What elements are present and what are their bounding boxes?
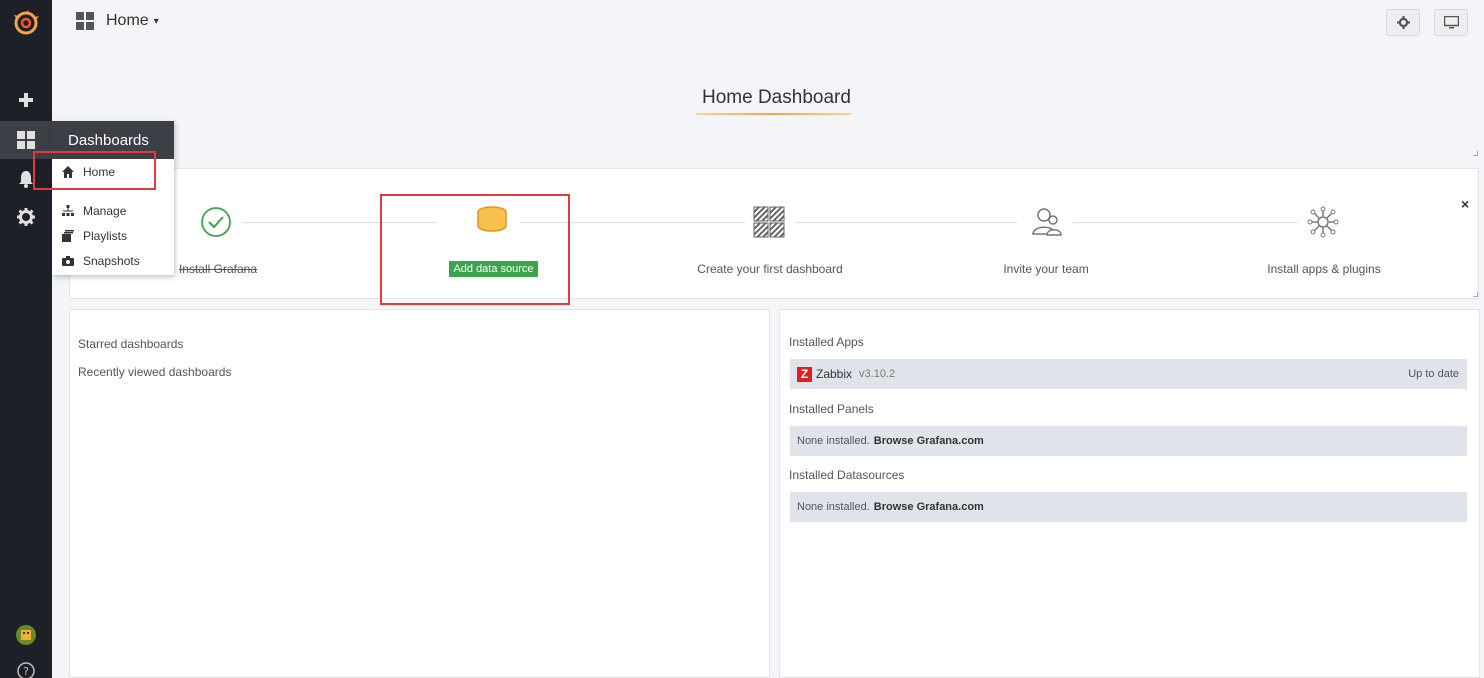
dashboards-dropdown-menu: Dashboards Home Manage Playlists Snapsho… — [52, 121, 174, 275]
check-circle-icon — [200, 206, 232, 243]
step-install-grafana[interactable]: Install Grafana — [178, 262, 258, 276]
dashboard-grid-icon — [753, 206, 785, 243]
dashboard-grid-icon — [76, 12, 94, 30]
help-icon[interactable]: ? — [0, 660, 52, 678]
app-name: Zabbix — [816, 367, 853, 381]
title-underline — [696, 113, 851, 115]
sidebar: ? — [0, 0, 52, 678]
browse-grafana-link[interactable]: Browse Grafana.com — [874, 501, 984, 513]
camera-icon — [61, 254, 75, 268]
highlight-box-add-data-source — [380, 194, 570, 305]
zabbix-logo-icon: Z — [797, 366, 812, 382]
installed-datasources-heading: Installed Datasources — [789, 468, 905, 482]
none-installed-text: None installed. — [797, 501, 870, 513]
browse-grafana-link[interactable]: Browse Grafana.com — [874, 435, 984, 447]
plugins-icon — [1307, 206, 1339, 243]
close-icon[interactable]: × — [1461, 196, 1469, 212]
list-item: None installed. Browse Grafana.com — [790, 492, 1467, 522]
app-status: Up to date — [1408, 368, 1459, 380]
dashboard-picker[interactable]: Home ▾ — [76, 12, 159, 30]
menu-item-manage[interactable]: Manage — [61, 204, 126, 218]
tv-mode-button[interactable] — [1434, 9, 1468, 36]
installed-apps-heading: Installed Apps — [789, 335, 864, 349]
step-create-dashboard[interactable]: Create your first dashboard — [690, 262, 850, 276]
menu-item-playlists[interactable]: Playlists — [61, 229, 127, 243]
settings-button[interactable] — [1386, 9, 1420, 36]
starred-dashboards-heading: Starred dashboards — [78, 337, 184, 351]
list-item: None installed. Browse Grafana.com — [790, 426, 1467, 456]
gear-icon[interactable] — [0, 204, 52, 230]
highlight-box-home — [33, 151, 156, 190]
recent-dashboards-heading: Recently viewed dashboards — [78, 365, 232, 379]
step-connector — [795, 222, 1017, 223]
resize-handle[interactable] — [1473, 151, 1478, 156]
film-icon — [61, 229, 75, 243]
step-invite-team[interactable]: Invite your team — [996, 262, 1096, 276]
sitemap-icon — [61, 204, 75, 218]
gear-icon — [1396, 16, 1410, 29]
dashboard-title: Home — [106, 12, 149, 29]
menu-item-snapshots[interactable]: Snapshots — [61, 254, 140, 268]
plus-icon[interactable] — [0, 88, 52, 112]
none-installed-text: None installed. — [797, 435, 870, 447]
app-version: v3.10.2 — [859, 368, 896, 380]
monitor-icon — [1443, 16, 1459, 29]
grafana-logo-icon[interactable] — [0, 4, 52, 42]
menu-item-label: Snapshots — [83, 254, 140, 268]
avatar[interactable] — [0, 622, 52, 648]
caret-down-icon: ▾ — [153, 15, 159, 27]
step-install-plugins[interactable]: Install apps & plugins — [1258, 262, 1390, 276]
installed-panels-heading: Installed Panels — [789, 402, 874, 416]
svg-text:?: ? — [23, 665, 29, 678]
resize-handle[interactable] — [1473, 292, 1478, 297]
step-connector — [1073, 222, 1298, 223]
list-item[interactable]: Z Zabbix v3.10.2 Up to date — [790, 359, 1467, 389]
team-icon — [1031, 206, 1063, 243]
menu-item-label: Playlists — [83, 229, 128, 243]
menu-item-label: Manage — [83, 204, 127, 218]
